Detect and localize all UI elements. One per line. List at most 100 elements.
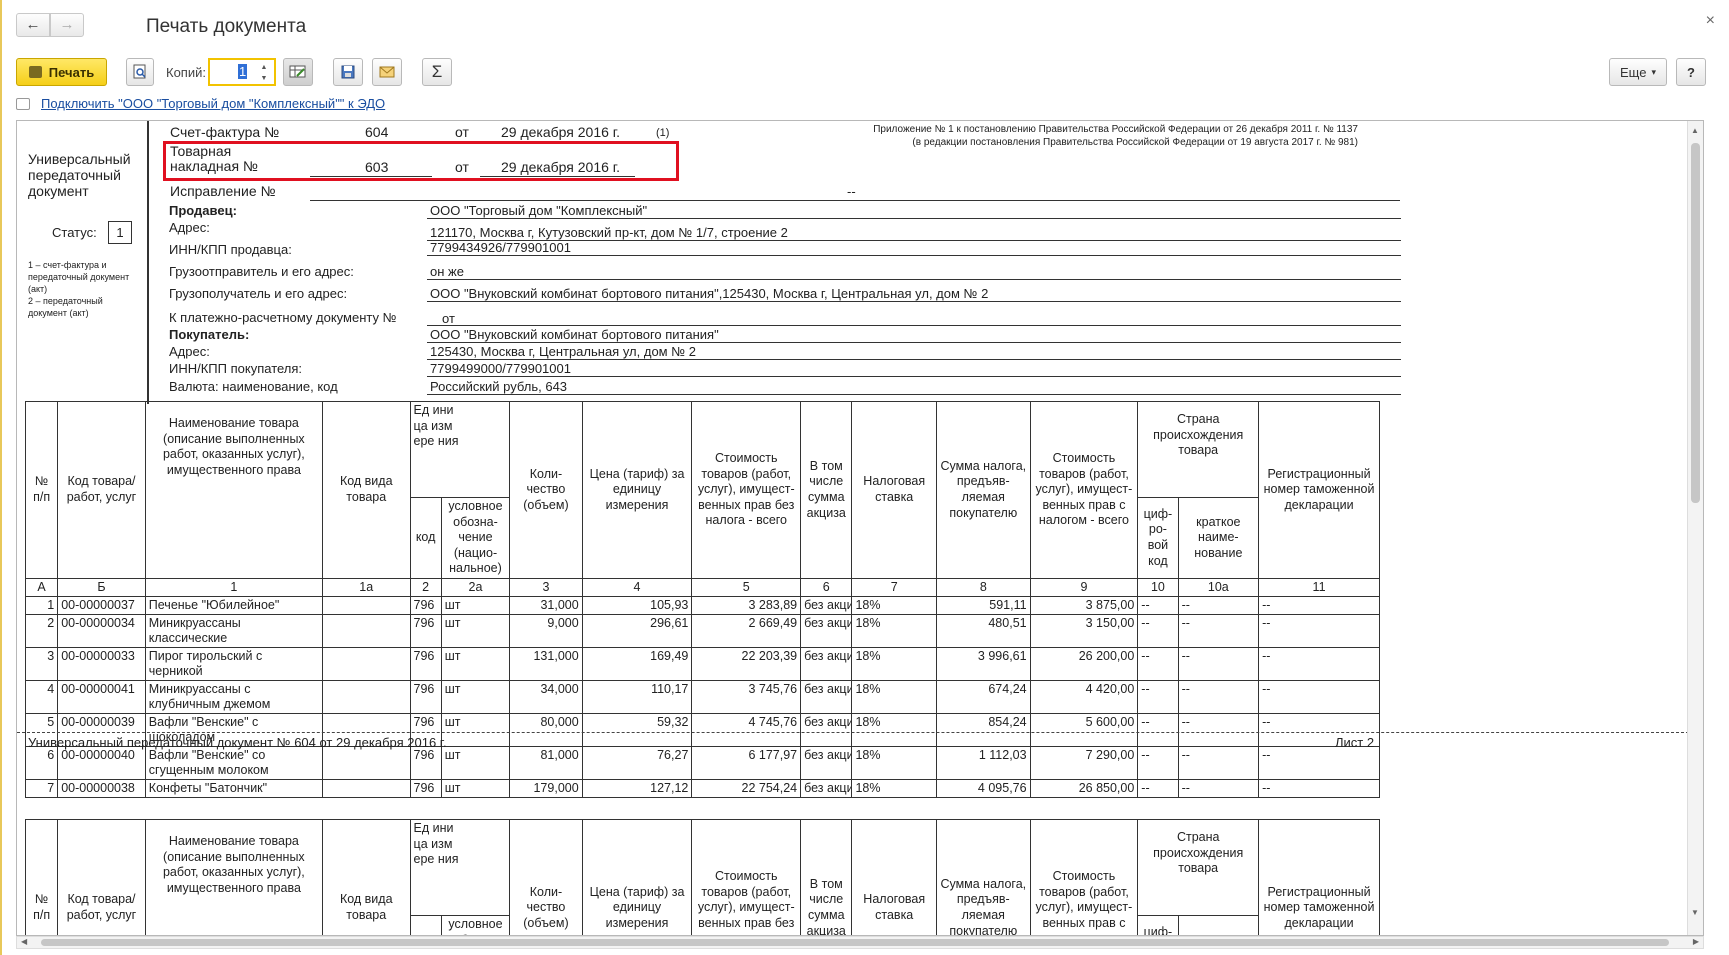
currency-value: Российский рубль, 643	[430, 379, 568, 394]
waybill-from: от	[455, 159, 469, 175]
save-button[interactable]	[333, 58, 363, 86]
waybill-label: Товарная накладная №	[170, 143, 258, 174]
col-kind: Код вида товара	[321, 401, 411, 579]
connect-edo-link[interactable]: Подключить "ООО "Торговый дом "Комплексн…	[41, 96, 385, 111]
scroll-right-icon[interactable]: ▶	[1693, 937, 1699, 946]
col-country-name: краткое наиме- нование	[1177, 915, 1260, 935]
col-unit-name: условное обозна- чение (нацио- нальное)	[440, 497, 511, 579]
status-label: Статус:	[52, 225, 97, 240]
payment-doc-label: К платежно-расчетному документу №	[169, 310, 397, 325]
col-price: Цена (тариф) за единицу измерения	[581, 819, 693, 935]
col-rate: Налоговая ставка	[851, 819, 937, 935]
document-preview[interactable]: Приложение № 1 к постановлению Правитель…	[16, 120, 1704, 936]
copies-label: Копий:	[166, 65, 206, 80]
table-row: 6 00-00000040 Вафли "Венские" со сгущенным…	[24, 745, 1380, 780]
col-excise: В том числе сумма акциза	[800, 819, 853, 935]
edo-icon	[16, 98, 30, 110]
buyer-inn-label: ИНН/КПП покупателя:	[169, 361, 303, 376]
table-row: 7 00-00000038 Конфеты "Батончик" 796 шт 179,0…	[24, 778, 1380, 798]
page2-sheet: Лист 2	[1335, 735, 1375, 750]
correction-label: Исправление №	[170, 183, 276, 199]
floppy-icon	[341, 65, 355, 79]
seller-inn-label: ИНН/КПП продавца:	[169, 242, 292, 257]
arrow-right-icon: →	[59, 16, 75, 33]
scroll-thumb-horizontal[interactable]	[41, 939, 1669, 946]
vertical-scrollbar[interactable]: ▲ ▼	[1687, 121, 1703, 935]
col-total: Стоимость товаров (работ, услуг), имущес…	[1029, 401, 1139, 579]
table-row: 1 00-00000037 Печенье "Юбилейное" 796 шт 31,0…	[24, 595, 1380, 615]
help-icon: ?	[1687, 64, 1695, 80]
copies-input[interactable]: 1 ▲ ▼	[208, 58, 276, 86]
invoice-ref: (1)	[656, 127, 670, 139]
column-numbers-row: А Б 1 1а 2 2а 3 4 5 6 7 8 9 10 10а 11	[24, 577, 1380, 597]
scroll-down-icon[interactable]: ▼	[1691, 908, 1699, 917]
preview-button[interactable]	[126, 58, 154, 86]
sidebar-divider	[147, 121, 149, 404]
stepper-down-icon[interactable]: ▼	[256, 73, 272, 84]
scroll-thumb[interactable]	[1691, 143, 1700, 503]
col-customs: Регистрационный номер таможенной деклара…	[1258, 819, 1380, 935]
print-button[interactable]: Печать	[16, 58, 107, 86]
consignee-label: Грузополучатель и его адрес:	[169, 286, 348, 301]
buyer-value: ООО "Внуковский комбинат бортового питан…	[430, 327, 719, 342]
print-window: ← → Печать документа × Печать Копий: 1 ▲…	[0, 0, 1729, 955]
col-qty: Коли- чество (объем)	[509, 401, 583, 579]
close-button[interactable]: ×	[1706, 12, 1715, 30]
col-cost: Стоимость товаров (работ, услуг), имущес…	[691, 401, 802, 579]
col-unit-code: код	[409, 915, 442, 935]
edit-table-icon	[289, 65, 306, 78]
col-cost: Стоимость товаров (работ, услуг), имущес…	[691, 819, 802, 935]
table-row: 4 00-00000041 Миникруассаны с клубничным д…	[24, 679, 1380, 714]
horizontal-scrollbar[interactable]: ◀ ▶	[16, 936, 1704, 949]
seller-address-label: Адрес:	[169, 220, 210, 235]
printer-icon	[28, 66, 42, 78]
correction-value: --	[847, 184, 856, 199]
table-row: 3 00-00000033 Пирог тирольский с черникой 7…	[24, 646, 1380, 681]
scroll-up-icon[interactable]: ▲	[1691, 126, 1699, 135]
seller-value: ООО "Торговый дом "Комплексный"	[430, 203, 648, 218]
status-value: 1	[108, 221, 132, 244]
stepper-up-icon[interactable]: ▲	[256, 62, 272, 73]
buyer-label: Покупатель:	[169, 327, 250, 342]
appendix-note: Приложение № 1 к постановлению Правитель…	[873, 124, 1358, 148]
col-country-code: циф- ро- вой код	[1137, 497, 1179, 579]
col-unit: Ед ини ца изм ере ния	[409, 819, 511, 916]
waybill-number: 603	[365, 159, 389, 175]
envelope-icon	[379, 66, 395, 78]
col-unit-code: код	[409, 497, 442, 579]
payment-doc-value: от	[442, 311, 455, 326]
waybill-date: 29 декабря 2016 г.	[501, 159, 621, 175]
edit-mode-button[interactable]	[283, 58, 313, 86]
col-tax: Сумма налога, предъяв- ляемая покупателю	[935, 401, 1031, 579]
invoice-label: Счет-фактура №	[170, 124, 280, 140]
scroll-left-icon[interactable]: ◀	[21, 937, 27, 946]
back-button[interactable]: ←	[16, 13, 50, 37]
buyer-inn-value: 7799499000/779901001	[430, 361, 571, 376]
col-country: Страна происхождения товара	[1137, 819, 1260, 916]
help-button[interactable]: ?	[1676, 58, 1706, 86]
send-email-button[interactable]	[372, 58, 402, 86]
col-total: Стоимость товаров (работ, услуг), имущес…	[1029, 819, 1139, 935]
upd-title: Универсальный передаточный документ	[28, 151, 131, 199]
invoice-number: 604	[365, 124, 389, 140]
col-num: № п/п	[24, 401, 59, 579]
window-title: Печать документа	[146, 16, 307, 37]
sum-button[interactable]: Σ	[422, 58, 452, 86]
caret-down-icon: ▾	[1651, 66, 1656, 77]
more-button[interactable]: Еще ▾	[1609, 58, 1667, 86]
page2-caption: Универсальный передаточный документ № 60…	[28, 735, 447, 750]
page-break	[17, 732, 1689, 733]
col-unit: Ед ини ца изм ере ния	[409, 401, 511, 498]
seller-label: Продавец:	[169, 203, 237, 218]
seller-inn-value: 7799434926/779901001	[430, 240, 571, 255]
sigma-icon: Σ	[431, 62, 443, 81]
buyer-address-value: 125430, Москва г, Центральная ул, дом № …	[430, 344, 697, 359]
col-country-code: циф- ро- вой код	[1137, 915, 1179, 935]
col-country-name: краткое наиме- нование	[1177, 497, 1260, 579]
forward-button[interactable]: →	[50, 13, 84, 37]
shipper-label: Грузоотправитель и его адрес:	[169, 264, 354, 279]
seller-address-value: 121170, Москва г, Кутузовский пр-кт, дом…	[430, 225, 788, 240]
copies-value: 1	[238, 64, 248, 79]
col-price: Цена (тариф) за единицу измерения	[581, 401, 693, 579]
col-kind: Код вида товара	[321, 819, 411, 935]
